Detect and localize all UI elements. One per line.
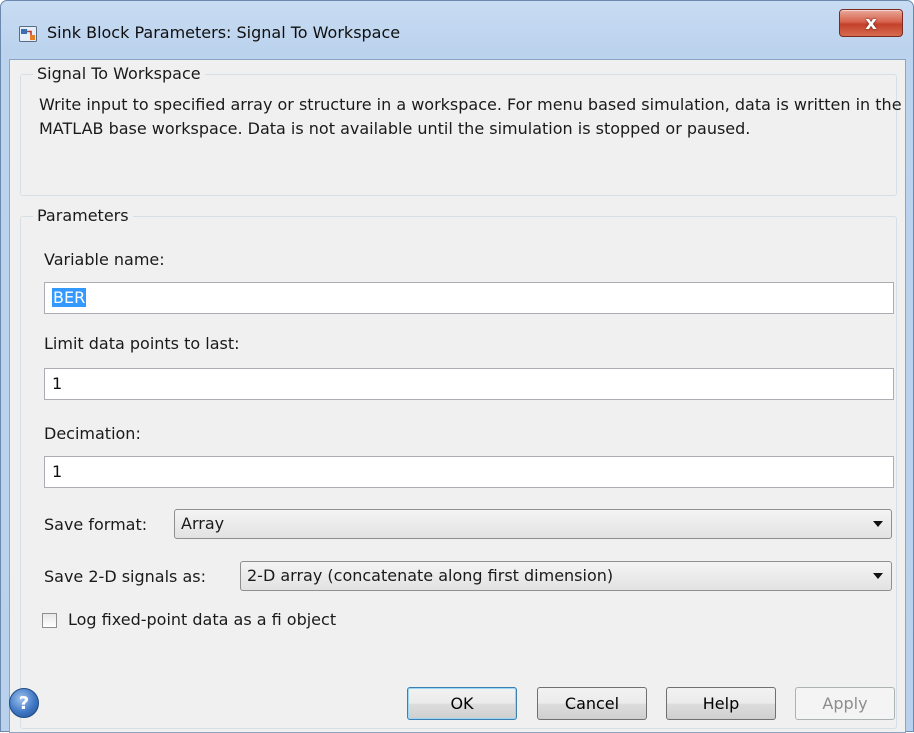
help-question-icon[interactable]: ? bbox=[9, 688, 39, 718]
close-icon: x bbox=[865, 12, 877, 34]
variable-name-input[interactable]: BER bbox=[44, 282, 894, 314]
save-2d-signals-selected: 2-D array (concatenate along first dimen… bbox=[247, 566, 614, 585]
limit-data-points-label: Limit data points to last: bbox=[44, 334, 240, 353]
dialog-window: Sink Block Parameters: Signal To Workspa… bbox=[0, 0, 914, 733]
variable-name-value: BER bbox=[52, 288, 87, 307]
cancel-button[interactable]: Cancel bbox=[537, 687, 647, 720]
variable-name-label: Variable name: bbox=[44, 250, 165, 269]
window-title: Sink Block Parameters: Signal To Workspa… bbox=[47, 23, 401, 42]
help-button[interactable]: Help bbox=[666, 687, 776, 720]
limit-data-points-input[interactable]: 1 bbox=[44, 368, 894, 400]
parameters-legend: Parameters bbox=[33, 206, 133, 225]
apply-button[interactable]: Apply bbox=[795, 687, 895, 720]
chevron-down-icon bbox=[873, 521, 883, 527]
decimation-label: Decimation: bbox=[44, 424, 141, 443]
decimation-input[interactable]: 1 bbox=[44, 456, 894, 488]
log-fixed-point-label: Log fixed-point data as a fi object bbox=[68, 610, 337, 629]
ok-button[interactable]: OK bbox=[407, 687, 517, 720]
dialog-client-area: Signal To Workspace Write input to speci… bbox=[9, 59, 906, 733]
save-format-dropdown[interactable]: Array bbox=[174, 509, 892, 539]
title-bar[interactable]: Sink Block Parameters: Signal To Workspa… bbox=[1, 1, 913, 59]
chevron-down-icon bbox=[873, 573, 883, 579]
save-2d-signals-dropdown[interactable]: 2-D array (concatenate along first dimen… bbox=[240, 561, 892, 591]
simulink-block-icon bbox=[19, 26, 37, 42]
block-description-group: Signal To Workspace Write input to speci… bbox=[20, 64, 902, 196]
log-fixed-point-checkbox[interactable] bbox=[42, 613, 57, 628]
block-description-text: Write input to specified array or struct… bbox=[39, 95, 902, 138]
save-2d-signals-label: Save 2-D signals as: bbox=[44, 567, 206, 586]
save-format-selected: Array bbox=[181, 514, 225, 533]
save-format-label: Save format: bbox=[44, 515, 148, 534]
close-button[interactable]: x bbox=[839, 9, 903, 37]
block-description-legend: Signal To Workspace bbox=[33, 64, 205, 83]
